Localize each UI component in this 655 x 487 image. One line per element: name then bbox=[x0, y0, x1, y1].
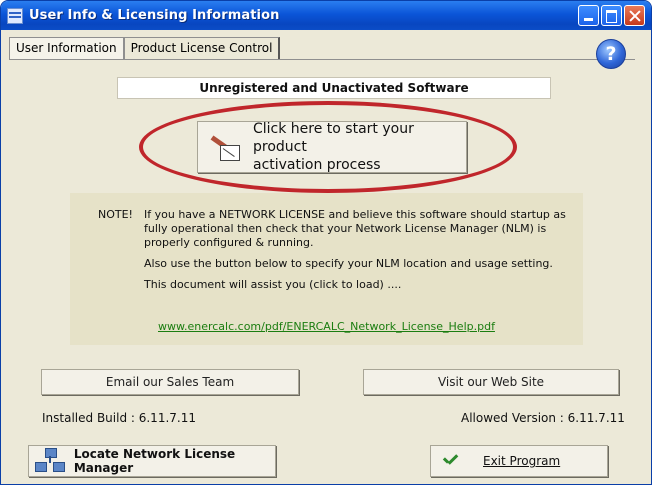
note-paragraph: This document will assist you (click to … bbox=[144, 278, 402, 291]
start-activation-button[interactable]: Click here to start your product activat… bbox=[197, 121, 467, 173]
network-license-note: NOTE! If you have a NETWORK LICENSE and … bbox=[70, 193, 583, 345]
window-title: User Info & Licensing Information bbox=[29, 8, 280, 23]
note-label: NOTE! bbox=[98, 208, 133, 221]
close-button[interactable] bbox=[624, 5, 645, 26]
tab-strip: User Information Product License Control bbox=[9, 37, 281, 59]
tab-divider bbox=[9, 59, 635, 60]
help-icon[interactable]: ? bbox=[596, 39, 626, 69]
activation-button-label: Click here to start your product activat… bbox=[253, 120, 466, 174]
network-icon bbox=[35, 448, 65, 474]
locate-button-label: Locate Network License Manager bbox=[73, 447, 236, 475]
maximize-button[interactable] bbox=[601, 5, 622, 26]
email-sales-button[interactable]: Email our Sales Team bbox=[41, 369, 299, 395]
activation-label-line1: Click here to start your product bbox=[252, 121, 414, 155]
tab-product-license-control[interactable]: Product License Control bbox=[123, 37, 281, 59]
visit-website-button[interactable]: Visit our Web Site bbox=[363, 369, 619, 395]
locate-license-manager-button[interactable]: Locate Network License Manager bbox=[28, 445, 276, 477]
note-body: If you have a NETWORK LICENSE and believ… bbox=[144, 208, 574, 299]
title-bar: User Info & Licensing Information bbox=[1, 1, 651, 30]
window-controls bbox=[578, 5, 645, 26]
note-paragraph: Also use the button below to specify you… bbox=[144, 257, 553, 270]
activation-icon bbox=[208, 133, 243, 161]
checkmark-icon bbox=[443, 455, 461, 467]
license-window: User Info & Licensing Information User I… bbox=[0, 0, 652, 485]
app-icon bbox=[7, 7, 23, 24]
installed-build: Installed Build : 6.11.7.11 bbox=[42, 411, 196, 425]
allowed-version: Allowed Version : 6.11.7.11 bbox=[461, 411, 625, 425]
registration-status: Unregistered and Unactivated Software bbox=[117, 77, 551, 99]
activation-label-line2: activation process bbox=[252, 157, 381, 173]
exit-button-label: Exit Program bbox=[483, 454, 561, 468]
tab-user-information[interactable]: User Information bbox=[9, 37, 124, 59]
exit-program-button[interactable]: Exit Program bbox=[430, 445, 608, 477]
help-document-link[interactable]: www.enercalc.com/pdf/ENERCALC_Network_Li… bbox=[158, 320, 495, 333]
minimize-button[interactable] bbox=[578, 5, 599, 26]
note-paragraph: If you have a NETWORK LICENSE and believ… bbox=[144, 208, 566, 249]
